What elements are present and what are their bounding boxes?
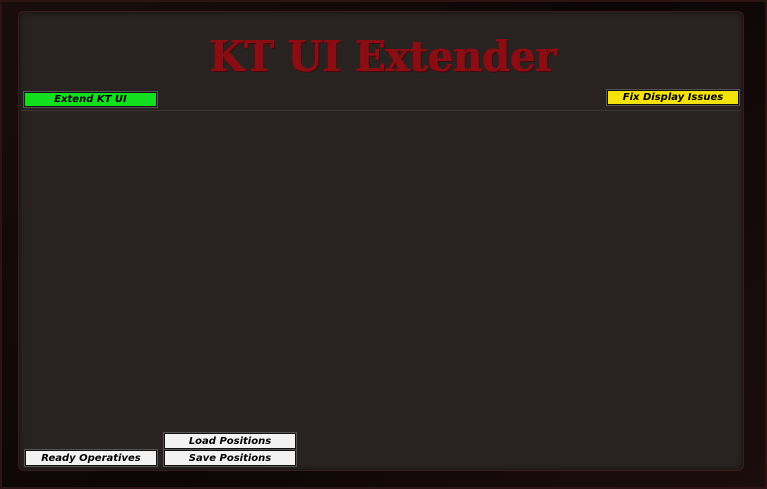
- save-positions-button[interactable]: Save Positions: [163, 449, 297, 467]
- fix-display-issues-button[interactable]: Fix Display Issues: [606, 89, 740, 106]
- ready-operatives-button[interactable]: Ready Operatives: [24, 449, 158, 467]
- load-positions-button[interactable]: Load Positions: [163, 432, 297, 450]
- extend-kt-ui-button[interactable]: Extend KT UI: [23, 91, 158, 108]
- header-divider: [21, 110, 741, 111]
- app-title: KT UI Extender: [210, 32, 557, 81]
